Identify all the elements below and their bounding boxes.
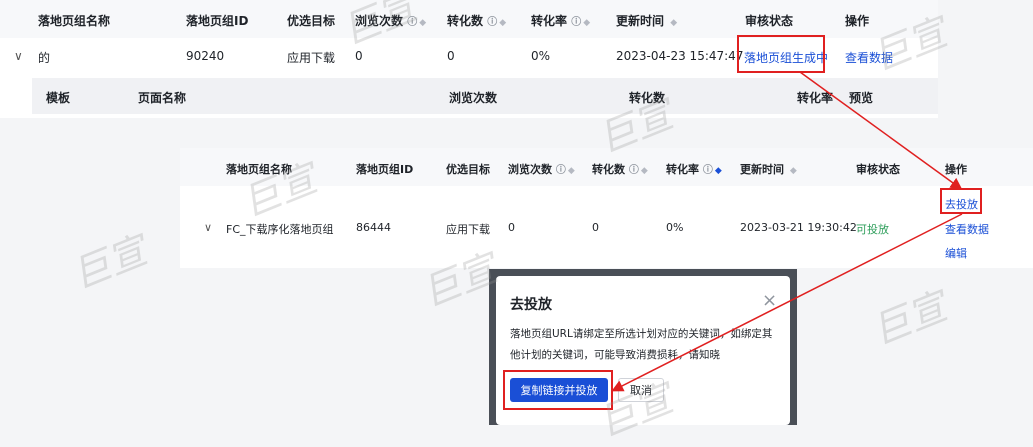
arrow-status-to-deploy [799, 71, 963, 190]
